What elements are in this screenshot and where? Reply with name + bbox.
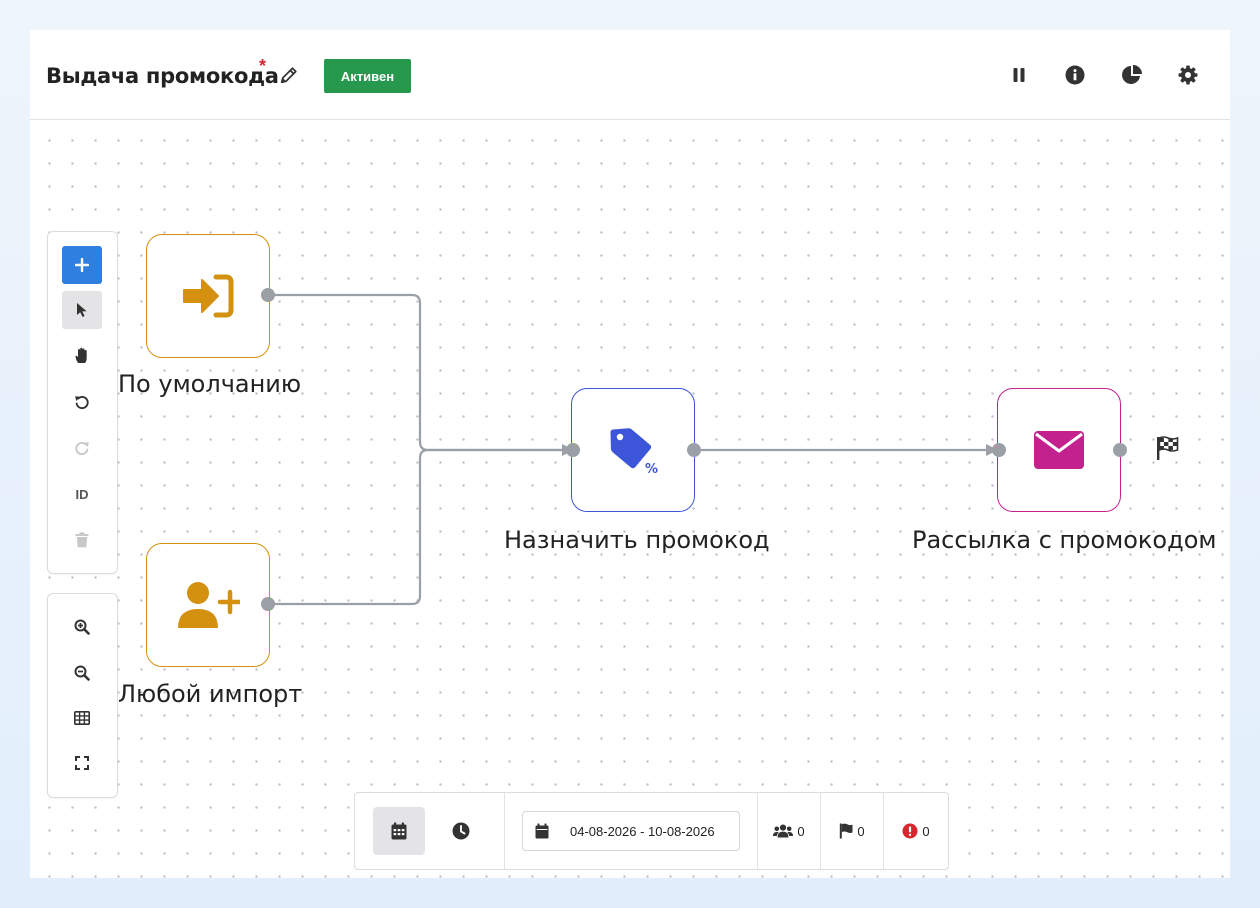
node-mailing-label: Рассылка с промокодом bbox=[912, 526, 1217, 554]
select-tool-button[interactable] bbox=[62, 291, 102, 329]
view-mode-group bbox=[355, 793, 505, 869]
add-node-button[interactable] bbox=[62, 246, 102, 284]
node-default-entry[interactable] bbox=[146, 234, 270, 358]
date-range-value: 04-08-2026 - 10-08-2026 bbox=[570, 823, 715, 839]
pencil-icon bbox=[280, 67, 297, 84]
fit-screen-icon bbox=[75, 756, 89, 770]
statistics-bar: 04-08-2026 - 10-08-2026 0 0 0 bbox=[354, 792, 949, 870]
required-mark: * bbox=[259, 56, 267, 76]
zoom-out-icon bbox=[74, 665, 90, 681]
scenario-editor: Выдача промокода * Активен ID По умолчан… bbox=[30, 30, 1230, 878]
envelope-icon bbox=[1034, 431, 1084, 469]
node-default-label: По умолчанию bbox=[118, 370, 302, 398]
undo-icon bbox=[75, 395, 89, 410]
tag-percent-icon: % bbox=[610, 428, 658, 475]
pause-icon bbox=[1013, 68, 1025, 82]
info-button[interactable] bbox=[1060, 60, 1090, 90]
node-import-label: Любой импорт bbox=[118, 680, 303, 708]
statistics-button[interactable] bbox=[1117, 60, 1147, 90]
calendar-icon bbox=[391, 822, 406, 840]
node-import-out-port[interactable] bbox=[261, 597, 275, 611]
error-icon bbox=[902, 823, 918, 839]
finish-marker bbox=[1155, 435, 1183, 463]
node-assign-in-port[interactable] bbox=[566, 443, 580, 457]
date-range-picker[interactable]: 04-08-2026 - 10-08-2026 bbox=[522, 811, 740, 851]
sign-in-icon bbox=[183, 274, 234, 318]
status-badge: Активен bbox=[324, 59, 411, 93]
goals-counter[interactable]: 0 bbox=[821, 793, 884, 869]
edit-title-button[interactable] bbox=[278, 64, 300, 86]
show-ids-button[interactable]: ID bbox=[62, 475, 102, 513]
plus-icon bbox=[75, 258, 89, 272]
flag-icon bbox=[840, 823, 853, 839]
hand-icon bbox=[75, 347, 87, 363]
pause-button[interactable] bbox=[1004, 60, 1034, 90]
redo-button[interactable] bbox=[62, 429, 102, 467]
clock-icon bbox=[452, 822, 469, 840]
node-assign-out-port[interactable] bbox=[687, 443, 701, 457]
node-default-out-port[interactable] bbox=[261, 288, 275, 302]
redo-icon bbox=[75, 441, 89, 456]
node-any-import[interactable] bbox=[146, 543, 270, 667]
svg-text:%: % bbox=[645, 462, 658, 475]
errors-count: 0 bbox=[922, 823, 930, 839]
grid-icon bbox=[74, 711, 90, 725]
settings-button[interactable] bbox=[1173, 60, 1203, 90]
chart-pie-icon bbox=[1122, 65, 1142, 84]
finish-flag-icon bbox=[1157, 436, 1179, 460]
tools-panel: ID bbox=[47, 231, 118, 574]
zoom-in-icon bbox=[74, 619, 90, 635]
calendar-icon bbox=[535, 823, 549, 839]
pan-tool-button[interactable] bbox=[62, 337, 102, 375]
trash-icon bbox=[75, 532, 89, 548]
editor-header: Выдача промокода * Активен bbox=[30, 30, 1230, 120]
undo-button[interactable] bbox=[62, 383, 102, 421]
clock-mode-button[interactable] bbox=[435, 807, 487, 855]
user-plus-icon bbox=[178, 582, 240, 628]
users-counter[interactable]: 0 bbox=[758, 793, 821, 869]
errors-counter[interactable]: 0 bbox=[884, 793, 948, 869]
users-count: 0 bbox=[797, 823, 805, 839]
users-icon bbox=[773, 824, 794, 838]
calendar-mode-button[interactable] bbox=[372, 807, 425, 855]
toggle-grid-button[interactable] bbox=[62, 699, 102, 737]
gear-icon bbox=[1178, 65, 1198, 85]
node-assign-promocode[interactable]: % bbox=[571, 388, 695, 512]
cursor-icon bbox=[77, 303, 87, 317]
date-range-cell: 04-08-2026 - 10-08-2026 bbox=[505, 793, 758, 869]
node-promo-mailing[interactable] bbox=[997, 388, 1121, 512]
fit-screen-button[interactable] bbox=[62, 744, 102, 782]
zoom-panel bbox=[47, 593, 118, 798]
delete-button[interactable] bbox=[62, 521, 102, 559]
scenario-title: Выдача промокода bbox=[46, 64, 279, 88]
node-mailing-in-port[interactable] bbox=[992, 443, 1006, 457]
goals-count: 0 bbox=[857, 823, 865, 839]
zoom-out-button[interactable] bbox=[62, 654, 102, 692]
node-assign-label: Назначить промокод bbox=[504, 526, 770, 554]
zoom-in-button[interactable] bbox=[62, 608, 102, 646]
info-icon bbox=[1065, 65, 1085, 85]
node-mailing-out-port[interactable] bbox=[1113, 443, 1127, 457]
